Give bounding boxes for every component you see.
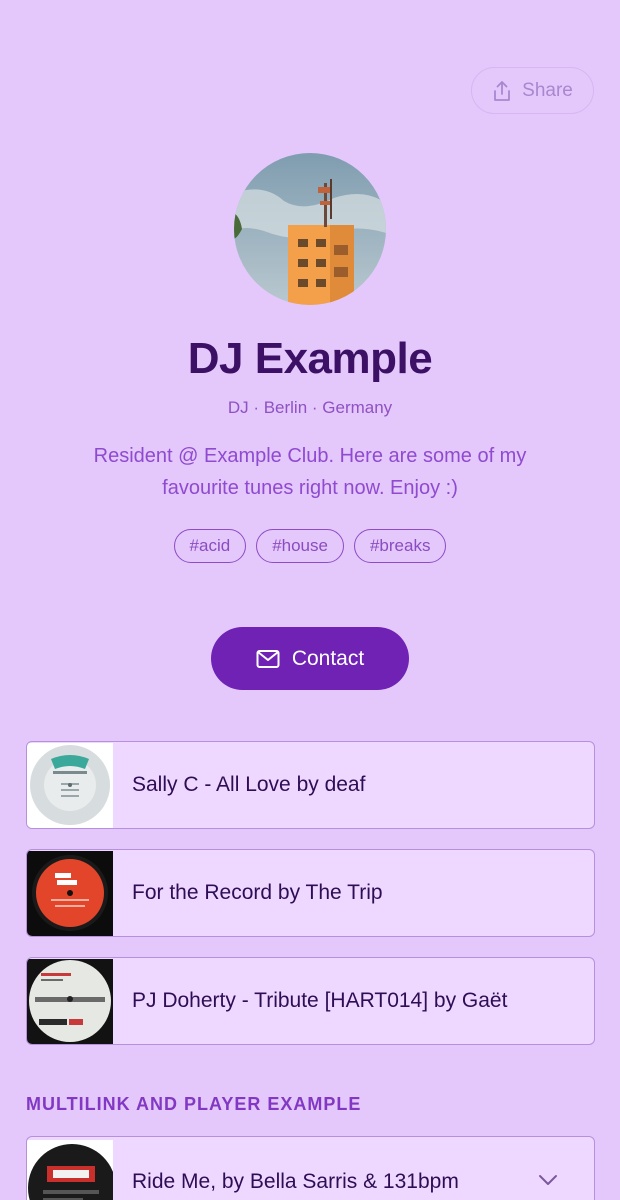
profile-bio: Resident @ Example Club. Here are some o…	[93, 445, 527, 499]
chevron-down-icon[interactable]	[538, 1173, 558, 1187]
record-artwork	[27, 742, 113, 828]
link-title: For the Record by The Trip	[132, 881, 383, 904]
section-heading: MULTILINK AND PLAYER EXAMPLE	[26, 1094, 362, 1114]
share-button[interactable]: Share	[471, 67, 594, 114]
contact-button[interactable]: Contact	[211, 627, 409, 690]
link-title: PJ Doherty - Tribute [HART014] by Gaët	[132, 989, 508, 1012]
tag-breaks[interactable]: #breaks	[353, 529, 447, 563]
link-title: Sally C - All Love by deaf	[132, 773, 366, 796]
player-title: Ride Me, by Bella Sarris & 131bpm	[132, 1170, 459, 1193]
link-card[interactable]: For the Record by The Trip	[26, 849, 595, 937]
player-card[interactable]: Ride Me, by Bella Sarris & 131bpm	[26, 1136, 595, 1200]
share-label: Share	[522, 79, 573, 101]
avatar	[234, 153, 386, 305]
record-artwork	[27, 958, 113, 1044]
tag-acid[interactable]: #acid	[173, 529, 247, 563]
tag-house[interactable]: #house	[256, 529, 344, 563]
profile-name: DJ Example	[187, 334, 433, 383]
profile-page: Share DJ Example DJ · Berlin · Germany R…	[0, 0, 620, 1200]
tag-list: #acid #house #breaks	[0, 529, 620, 563]
profile-subtitle: DJ · Berlin · Germany	[227, 398, 393, 417]
record-artwork	[27, 850, 113, 936]
contact-label: Contact	[291, 646, 365, 670]
share-icon	[494, 80, 511, 101]
mail-icon	[256, 649, 280, 668]
record-artwork	[27, 1139, 116, 1200]
link-card[interactable]: PJ Doherty - Tribute [HART014] by Gaët	[26, 957, 595, 1045]
link-card[interactable]: Sally C - All Love by deaf	[26, 741, 595, 829]
